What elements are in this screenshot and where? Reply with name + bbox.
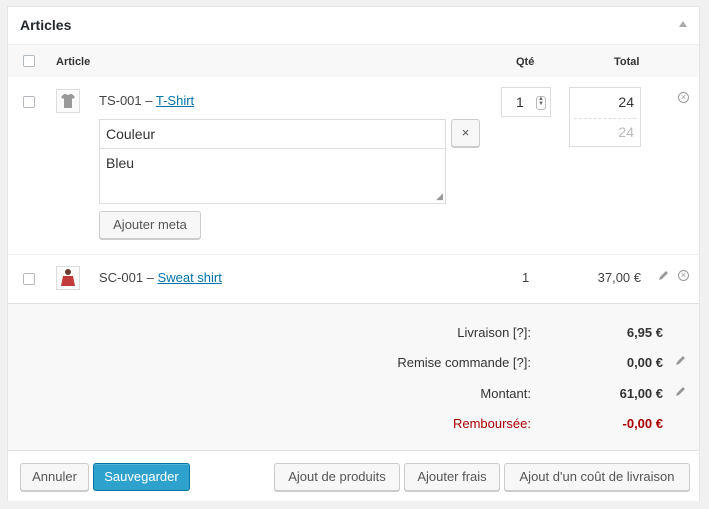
column-header-total[interactable]: Total [614, 56, 639, 68]
divider [574, 118, 636, 119]
line-tax-input[interactable]: 24 [618, 124, 634, 140]
product-link[interactable]: T-Shirt [156, 93, 194, 108]
refunded-label: Remboursée: [452, 416, 531, 431]
product-name: SC-001 – Sweat shirt [99, 270, 222, 285]
sweatshirt-thumbnail [56, 266, 80, 290]
refunded-value: -0,00 € [622, 416, 663, 431]
discount-value: 0,00 € [626, 355, 663, 370]
tshirt-thumbnail [56, 89, 80, 113]
amount-value: 61,00 € [619, 386, 663, 401]
cancel-button[interactable]: Annuler [20, 463, 89, 491]
total-input-group: 24 24 [569, 87, 641, 147]
select-all-checkbox[interactable] [23, 55, 35, 67]
edit-discount-icon[interactable] [675, 354, 687, 366]
edit-amount-icon[interactable] [675, 385, 687, 397]
line-total: 37,00 € [597, 270, 641, 285]
table-row: TS-001 – T-Shirt 1 ▲ ▼ 24 24 × Couleur × … [8, 77, 699, 255]
sweatshirt-icon [61, 269, 75, 286]
column-header-qty[interactable]: Qté [516, 56, 534, 68]
quantity-value: 1 [522, 270, 530, 285]
product-name: TS-001 – T-Shirt [99, 93, 194, 108]
row-checkbox[interactable] [23, 96, 35, 108]
articles-panel: Articles Article Qté Total TS-001 – T-Sh… [7, 6, 700, 501]
panel-title: Articles [20, 17, 72, 33]
product-sku: SC-001 – [99, 270, 158, 285]
add-meta-button[interactable]: Ajouter meta [99, 211, 201, 239]
order-totals: Livraison [?]: 6,95 € Remise commande [?… [8, 303, 699, 450]
product-sku: TS-001 – [99, 93, 156, 108]
resize-handle-icon[interactable]: ◢ [436, 191, 443, 202]
meta-key-value: Couleur [106, 126, 156, 142]
shipping-label: Livraison [?]: [457, 325, 531, 340]
meta-key-input[interactable]: Couleur [99, 119, 446, 149]
column-header-row: Article Qté Total [8, 45, 699, 77]
panel-header[interactable]: Articles [8, 7, 699, 45]
row-checkbox[interactable] [23, 273, 35, 285]
tshirt-icon [61, 94, 75, 108]
spinner-icon[interactable]: ▲ ▼ [536, 96, 546, 110]
add-fees-button[interactable]: Ajouter frais [404, 463, 500, 491]
shipping-value: 6,95 € [626, 325, 663, 340]
save-button[interactable]: Sauvegarder [93, 463, 190, 491]
product-link[interactable]: Sweat shirt [158, 270, 222, 285]
delete-item-icon[interactable]: × [678, 270, 689, 281]
amount-label: Montant: [480, 386, 531, 401]
edit-item-icon[interactable] [658, 269, 670, 281]
action-bar: Annuler Sauvegarder Ajout de produits Aj… [8, 450, 699, 501]
line-total-input[interactable]: 24 [618, 94, 634, 110]
meta-value-text: Bleu [106, 155, 135, 171]
collapse-arrow-icon[interactable] [679, 21, 687, 27]
quantity-stepper[interactable]: 1 ▲ ▼ [501, 87, 551, 117]
meta-value-textarea[interactable]: Bleu ◢ [99, 148, 446, 204]
quantity-value: 1 [516, 94, 524, 110]
discount-label: Remise commande [?]: [397, 355, 531, 370]
column-header-article[interactable]: Article [56, 56, 90, 68]
add-products-button[interactable]: Ajout de produits [274, 463, 400, 491]
add-shipping-button[interactable]: Ajout d'un coût de livraison [504, 463, 690, 491]
remove-meta-button[interactable]: × [451, 119, 480, 147]
table-row: SC-001 – Sweat shirt 1 37,00 € × [8, 255, 699, 303]
delete-item-icon[interactable]: × [678, 92, 689, 103]
